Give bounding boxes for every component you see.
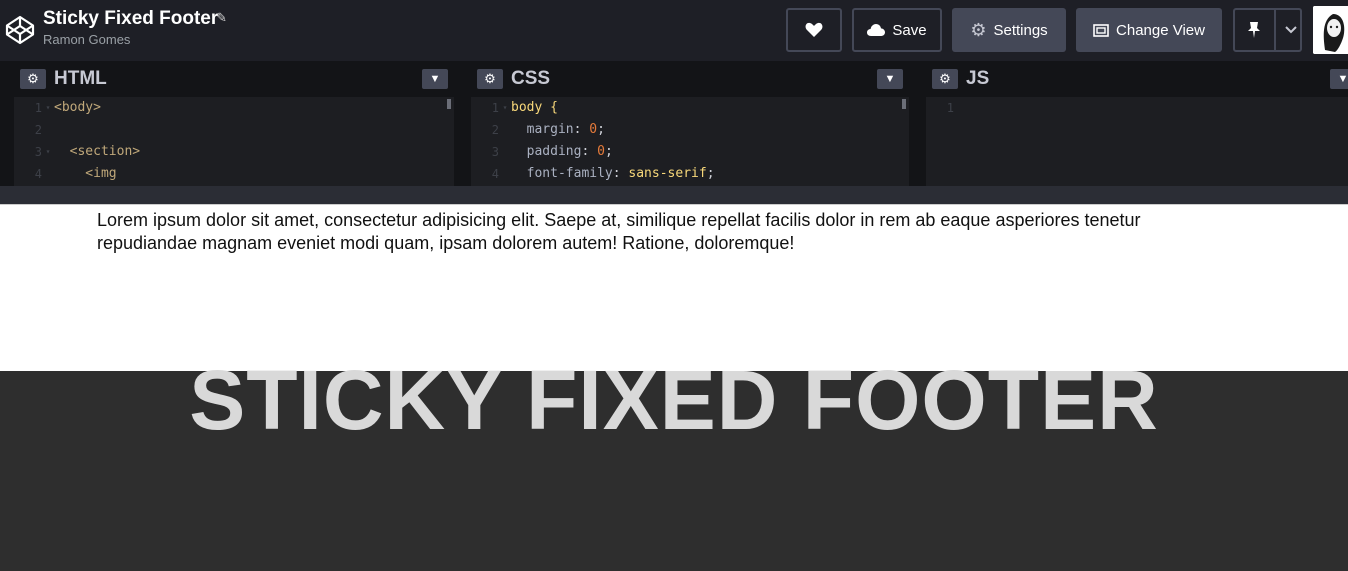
html-code-area[interactable]: 1 ▾ <body> 2 3 ▾ <section> 4 <img [14,97,454,186]
code-line: 1 [946,101,954,115]
chevron-down-icon[interactable]: ▼ [1330,69,1348,89]
code-line: 1 ▾ body { [491,100,558,115]
settings-button[interactable]: ⚙ Settings [952,8,1066,52]
js-editor-title: JS [966,68,990,89]
code-line: 1 ▾ <body> [34,100,101,115]
resize-handle[interactable] [0,186,1348,204]
gear-icon: ⚙ [970,19,987,40]
js-editor[interactable]: ⚙ JS ▼ 1 [926,61,1348,186]
top-header: Sticky Fixed Footer ✎ Ramon Gomes Save ⚙… [0,0,1348,61]
settings-label: Settings [993,21,1048,39]
love-button[interactable] [786,8,842,52]
avatar[interactable] [1313,6,1348,54]
chevron-down-icon[interactable]: ▼ [422,69,448,89]
js-editor-header: ⚙ JS ▼ [926,61,1348,97]
code-line: 4 font-family: sans-serif; [491,166,715,181]
html-editor-header: ⚙ HTML ▼ [14,61,454,97]
heart-icon [805,22,823,37]
layout-icon [1093,23,1109,37]
chevron-down-icon[interactable] [1283,26,1301,34]
css-editor-title: CSS [511,68,551,89]
css-editor-header: ⚙ CSS ▼ [471,61,909,97]
editor-panels: ⚙ HTML ▼ 1 ▾ <body> 2 3 ▾ <section> 4 <i… [0,61,1348,204]
html-editor-title: HTML [54,68,107,89]
css-code-area[interactable]: 1 ▾ body { 2 margin: 0; 3 padding: 0; 4 … [471,97,909,186]
codepen-logo-icon[interactable] [4,14,36,46]
footer-heading: STICKY FIXED FOOTER [189,353,1159,447]
pen-title[interactable]: Sticky Fixed Footer [43,8,218,30]
pin-icon[interactable] [1235,10,1276,50]
preview-pane: Lorem ipsum dolor sit amet, consectetur … [0,204,1348,571]
code-line: 4 <img [34,166,117,181]
change-view-button[interactable]: Change View [1076,8,1222,52]
gear-icon[interactable]: ⚙ [932,69,958,89]
code-line: 2 [34,123,42,137]
scrollbar-thumb[interactable] [447,99,451,109]
css-editor[interactable]: ⚙ CSS ▼ 1 ▾ body { 2 margin: 0; 3 paddin… [471,61,909,186]
gear-icon[interactable]: ⚙ [20,69,46,89]
gear-icon[interactable]: ⚙ [477,69,503,89]
js-code-area[interactable]: 1 [926,97,1348,186]
change-view-label: Change View [1116,21,1205,39]
pin-button[interactable] [1233,8,1302,52]
scrollbar-thumb[interactable] [902,99,906,109]
save-button[interactable]: Save [852,8,942,52]
code-line: 2 margin: 0; [491,122,605,137]
lorem-paragraph: Lorem ipsum dolor sit amet, consectetur … [97,210,1141,253]
cloud-icon [867,24,886,36]
author-name[interactable]: Ramon Gomes [43,32,130,47]
pencil-icon[interactable]: ✎ [216,10,227,26]
preview-content: Lorem ipsum dolor sit amet, consectetur … [0,204,1348,371]
chevron-down-icon[interactable]: ▼ [877,69,903,89]
code-line: 3 padding: 0; [491,144,613,159]
html-editor[interactable]: ⚙ HTML ▼ 1 ▾ <body> 2 3 ▾ <section> 4 <i… [14,61,454,186]
code-line: 3 ▾ <section> [34,144,141,159]
save-label: Save [892,21,927,39]
